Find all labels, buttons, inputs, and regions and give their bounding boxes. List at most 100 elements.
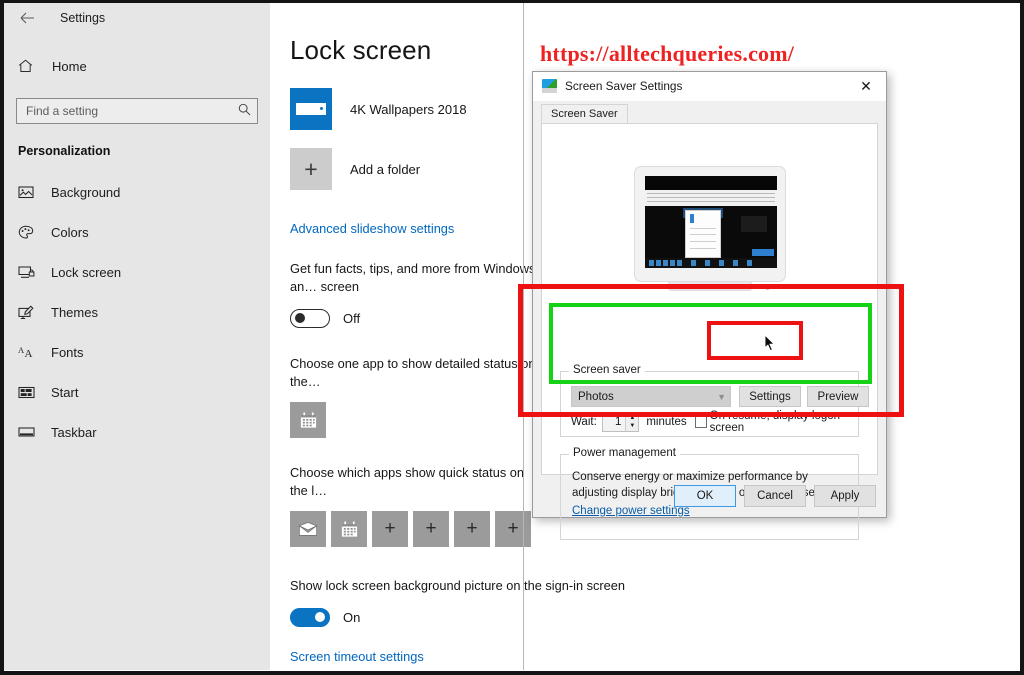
taskbar-icon	[18, 426, 42, 438]
sidebar-item-colors-label: Colors	[51, 224, 89, 240]
logon-screen-checkbox-label: On resume, display logon screen	[709, 410, 841, 434]
sign-in-picture-toggle[interactable]	[290, 608, 330, 627]
calendar-icon[interactable]	[331, 511, 367, 547]
sidebar-item-lock-screen-label: Lock screen	[51, 264, 122, 280]
search-input[interactable]	[26, 104, 238, 118]
sign-in-picture-toggle-row[interactable]: On	[290, 608, 1020, 627]
album-thumbnail-icon	[290, 88, 332, 130]
spinner-down-icon[interactable]: ▼	[626, 422, 638, 431]
ok-button[interactable]: OK	[674, 485, 736, 507]
screen-saver-group-legend: Screen saver	[569, 364, 645, 376]
sign-in-picture-description: Show lock screen background picture on t…	[290, 578, 626, 593]
monitor-screen-image	[644, 176, 777, 268]
screen-saver-settings-dialog: Screen Saver Settings ✕ Screen Saver Scr…	[532, 71, 887, 540]
search-icon	[238, 103, 251, 119]
window-title: Settings	[60, 11, 106, 25]
calendar-icon[interactable]	[290, 402, 326, 438]
fun-facts-toggle-label: Off	[343, 311, 361, 326]
preview-button[interactable]: Preview	[807, 386, 869, 407]
screen-saver-app-icon	[542, 79, 557, 93]
sign-in-picture-toggle-label: On	[343, 610, 361, 625]
wait-row: Wait: 1 ▲ ▼ minutes On resume, display l…	[571, 410, 852, 434]
titlebar-row: Settings	[4, 3, 270, 33]
monitor-stand	[667, 282, 752, 291]
mail-icon[interactable]	[290, 511, 326, 547]
home-icon	[18, 59, 44, 73]
screen-saver-dropdown[interactable]: Photos ▼	[571, 386, 731, 407]
power-management-group-legend: Power management	[569, 447, 680, 459]
monitor-bezel	[633, 166, 786, 290]
sidebar-item-home[interactable]: Home	[4, 49, 270, 83]
tab-page-screen-saver: Screen saver Photos ▼ Settings Preview W…	[541, 123, 878, 540]
monitor-preview	[633, 166, 786, 294]
settings-button[interactable]: Settings	[739, 386, 801, 407]
add-folder-label: Add a folder	[350, 161, 421, 177]
screen-timeout-settings-link[interactable]: Screen timeout settings	[290, 649, 424, 664]
sidebar-item-taskbar-label: Taskbar	[51, 424, 97, 440]
sidebar-item-background-label: Background	[51, 184, 121, 200]
dialog-action-buttons: OK Cancel Apply	[674, 485, 876, 507]
monitor-power-led	[764, 285, 770, 290]
sidebar-section-title: Personalization	[18, 144, 111, 158]
sidebar-item-home-label: Home	[52, 58, 87, 74]
lock-screen-icon	[18, 265, 42, 279]
quick-status-tiles: + + + +	[290, 511, 538, 547]
sidebar-item-themes-label: Themes	[51, 304, 98, 320]
plus-icon[interactable]: +	[413, 511, 449, 547]
content-scrollbar[interactable]	[523, 3, 524, 670]
sidebar-item-taskbar[interactable]: Taskbar	[4, 412, 270, 452]
wait-spinner[interactable]: 1 ▲ ▼	[601, 412, 640, 432]
logon-screen-checkbox[interactable]	[694, 416, 707, 428]
fun-facts-description: Get fun facts, tips, and more from Windo…	[290, 261, 536, 294]
screen-saver-group: Screen saver Photos ▼ Settings Preview W…	[560, 364, 869, 437]
palette-icon	[18, 225, 42, 240]
screenshot-root: Settings Home Person	[0, 0, 1024, 675]
wait-value: 1	[614, 416, 622, 428]
sidebar-item-themes[interactable]: Themes	[4, 292, 270, 332]
plus-icon[interactable]: +	[495, 511, 531, 547]
sidebar-item-background[interactable]: Background	[4, 172, 270, 212]
plus-icon[interactable]: +	[290, 148, 332, 190]
sidebar-item-start[interactable]: Start	[4, 372, 270, 412]
fonts-aa-icon: A A	[18, 345, 42, 359]
dialog-tabstrip: Screen Saver	[541, 104, 878, 124]
spinner-up-icon[interactable]: ▲	[626, 414, 638, 423]
chevron-down-icon: ▼	[717, 391, 726, 402]
detailed-status-tiles	[290, 402, 538, 438]
wait-label: Wait:	[571, 416, 597, 428]
dialog-titlebar[interactable]: Screen Saver Settings ✕	[533, 72, 886, 101]
minutes-label: minutes	[646, 416, 687, 428]
screen-saver-dropdown-value: Photos	[578, 390, 614, 403]
sidebar-item-colors[interactable]: Colors	[4, 212, 270, 252]
tab-screen-saver[interactable]: Screen Saver	[541, 104, 628, 124]
monitor-indicator-dot	[757, 286, 760, 288]
change-power-settings-link[interactable]: Change power settings	[572, 505, 690, 517]
plus-icon[interactable]: +	[454, 511, 490, 547]
svg-text:A: A	[25, 348, 33, 359]
back-arrow-icon[interactable]	[12, 5, 42, 31]
cancel-button[interactable]: Cancel	[744, 485, 806, 507]
album-name-label: 4K Wallpapers 2018	[350, 101, 467, 117]
watermark-url: https://alltechqueries.com/	[540, 41, 795, 66]
dialog-title: Screen Saver Settings	[565, 79, 683, 93]
sidebar-item-fonts-label: Fonts	[51, 344, 84, 360]
start-grid-icon	[18, 386, 42, 399]
advanced-slideshow-settings-link[interactable]: Advanced slideshow settings	[290, 221, 454, 236]
sidebar-nav-list: Background Colors Lock screen Themes A A…	[4, 172, 270, 452]
plus-icon[interactable]: +	[372, 511, 408, 547]
picture-icon	[18, 185, 42, 199]
sidebar-item-fonts[interactable]: A A Fonts	[4, 332, 270, 372]
spinner-arrows[interactable]: ▲ ▼	[625, 413, 639, 431]
dialog-body: Screen Saver Screen saver Photos ▼ Setti…	[533, 101, 886, 540]
apply-button[interactable]: Apply	[814, 485, 876, 507]
sidebar-item-start-label: Start	[51, 384, 79, 400]
close-icon[interactable]: ✕	[846, 72, 886, 101]
fun-facts-toggle-row[interactable]: Off	[290, 309, 540, 328]
quick-status-description: Choose which apps show quick status on t…	[290, 465, 525, 498]
detailed-status-description: Choose one app to show detailed status o…	[290, 356, 536, 389]
search-box[interactable]	[16, 98, 258, 124]
sidebar-item-lock-screen[interactable]: Lock screen	[4, 252, 270, 292]
fun-facts-toggle[interactable]	[290, 309, 330, 328]
themes-brush-icon	[18, 305, 42, 320]
settings-sidebar: Settings Home Person	[4, 3, 270, 670]
